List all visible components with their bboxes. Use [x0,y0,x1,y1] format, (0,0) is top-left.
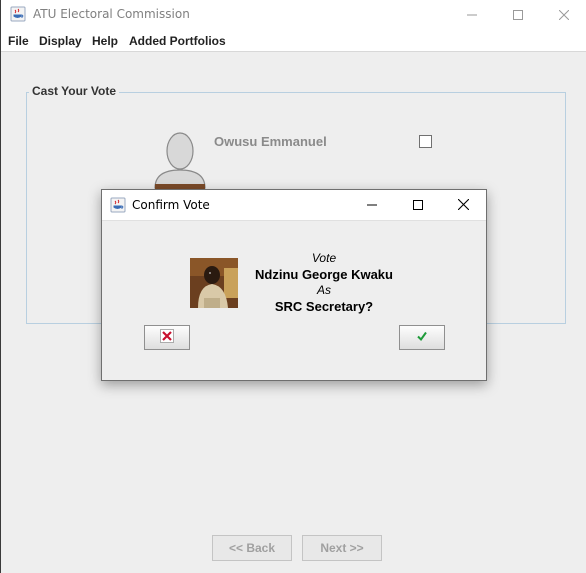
user-placeholder-icon [154,131,206,189]
next-button[interactable]: Next >> [302,535,382,561]
window-title: ATU Electoral Commission [33,7,190,21]
maximize-icon [513,10,523,20]
back-button[interactable]: << Back [212,535,292,561]
java-coffee-icon [110,197,126,213]
java-coffee-icon [10,6,26,22]
menu-bar: File Display Help Added Portfolios [1,30,586,52]
close-icon [457,198,469,213]
close-button[interactable] [541,0,586,30]
candidate-photo [190,258,238,308]
dialog-vote-label: Vote [311,251,337,265]
dialog-title-bar: Confirm Vote [102,190,486,221]
red-x-icon [160,329,174,346]
candidate-name: Owusu Emmanuel [214,134,327,149]
dialog-close-button[interactable] [440,190,486,221]
menu-file[interactable]: File [8,34,29,48]
dialog-candidate-name: Ndzinu George Kwaku [255,267,393,282]
menu-added-portfolios[interactable]: Added Portfolios [129,34,226,48]
group-title: Cast Your Vote [29,84,120,98]
menu-display[interactable]: Display [39,34,82,48]
dialog-minimize-button[interactable] [349,190,395,221]
cancel-vote-button[interactable] [144,325,190,350]
candidate-vote-checkbox[interactable] [419,135,432,148]
maximize-icon [413,199,423,213]
maximize-button[interactable] [495,0,541,30]
green-check-icon [415,329,429,346]
close-icon [559,10,569,20]
dialog-portfolio: SRC Secretary? [274,299,374,314]
dialog-title: Confirm Vote [132,198,210,212]
minimize-icon [367,199,377,213]
minimize-button[interactable] [449,0,495,30]
confirm-vote-button[interactable] [399,325,445,350]
confirm-vote-dialog: Confirm Vote Vote Ndzinu George Kwaku As… [101,189,487,381]
menu-help[interactable]: Help [92,34,118,48]
dialog-as-label: As [316,283,331,297]
dialog-maximize-button[interactable] [395,190,441,221]
title-bar: ATU Electoral Commission [1,0,586,30]
minimize-icon [467,10,477,20]
